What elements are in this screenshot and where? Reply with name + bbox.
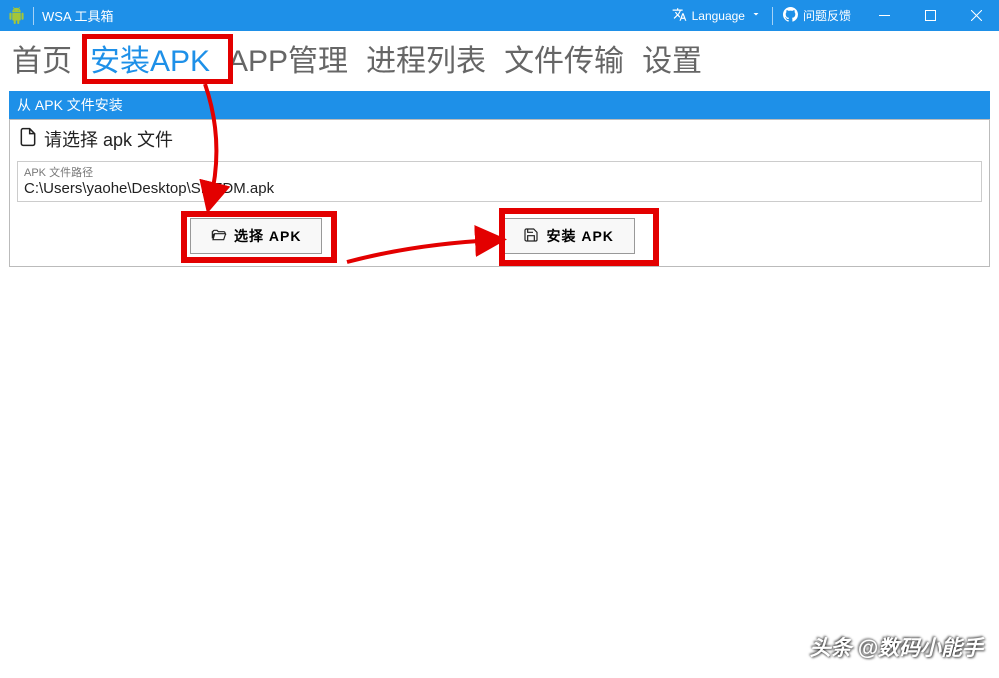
select-apk-label: 选择 APK (234, 226, 301, 246)
tab-process-list[interactable]: 进程列表 (360, 32, 492, 84)
apk-path-field[interactable]: APK 文件路径 C:\Users\yaohe\Desktop\SMZDM.ap… (17, 161, 982, 202)
folder-open-icon (211, 227, 227, 246)
apk-path-label: APK 文件路径 (18, 162, 981, 180)
feedback-link[interactable]: 问题反馈 (773, 0, 861, 31)
translate-icon (672, 7, 687, 25)
maximize-button[interactable] (907, 0, 953, 31)
chevron-down-icon (750, 8, 762, 23)
install-apk-button[interactable]: 安装 APK (502, 218, 634, 254)
minimize-button[interactable] (861, 0, 907, 31)
section-header: 从 APK 文件安装 (9, 91, 990, 119)
select-apk-button[interactable]: 选择 APK (190, 218, 322, 254)
tab-install-apk[interactable]: 安装APK (84, 32, 216, 84)
divider (33, 7, 34, 25)
tab-settings[interactable]: 设置 (636, 32, 708, 84)
panel-title: 请选择 apk 文件 (10, 120, 989, 158)
window-title: WSA 工具箱 (42, 6, 114, 25)
github-icon (783, 7, 798, 25)
language-label: Language (692, 9, 745, 23)
close-button[interactable] (953, 0, 999, 31)
tab-file-transfer[interactable]: 文件传输 (498, 32, 630, 84)
watermark: 头条 @数码小能手 (810, 632, 983, 662)
titlebar: WSA 工具箱 Language 问题反馈 (0, 0, 999, 31)
language-selector[interactable]: Language (662, 0, 772, 31)
install-panel: 请选择 apk 文件 APK 文件路径 C:\Users\yaohe\Deskt… (9, 119, 990, 267)
android-icon (8, 7, 25, 24)
apk-path-value: C:\Users\yaohe\Desktop\SMZDM.apk (18, 180, 981, 201)
tab-app-manage[interactable]: APP管理 (222, 32, 354, 84)
install-apk-label: 安装 APK (546, 226, 613, 246)
nav-tabs: 首页 安装APK APP管理 进程列表 文件传输 设置 (0, 31, 999, 85)
save-icon (523, 227, 539, 246)
tab-home[interactable]: 首页 (6, 32, 78, 84)
feedback-label: 问题反馈 (803, 7, 851, 24)
panel-title-text: 请选择 apk 文件 (44, 126, 173, 152)
file-icon (18, 127, 38, 152)
